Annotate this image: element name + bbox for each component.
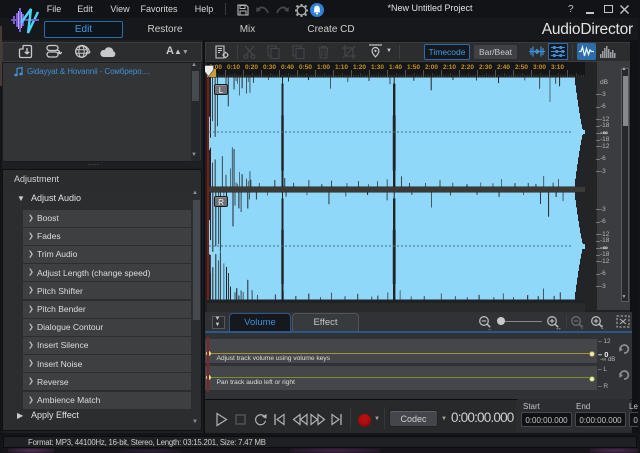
svg-text:↕: ↕: [601, 324, 605, 330]
svg-text:↔: ↔: [555, 325, 562, 330]
svg-text:..: ..: [488, 326, 492, 330]
svg-text:↕: ↕: [581, 324, 585, 330]
